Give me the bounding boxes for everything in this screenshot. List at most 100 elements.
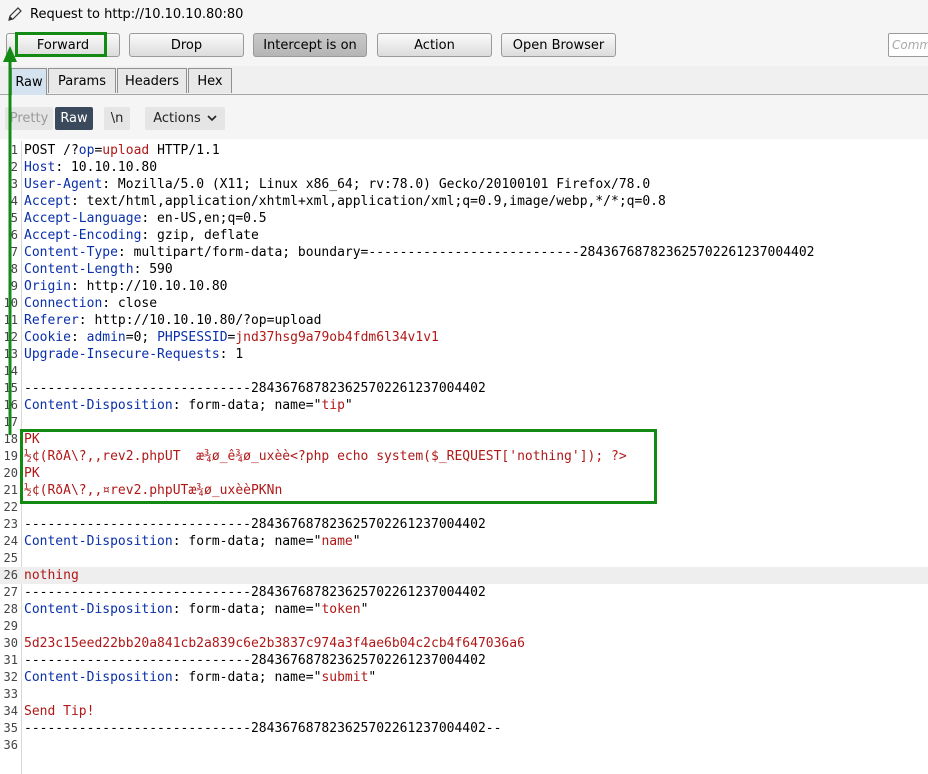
line-number: 34	[3, 704, 18, 718]
code-line[interactable]: 25	[0, 550, 928, 567]
code-line[interactable]: 33	[0, 686, 928, 703]
tab-headers[interactable]: Headers	[117, 68, 187, 93]
line-number: 24	[3, 534, 18, 548]
code-token: Content-Length	[24, 262, 134, 277]
line-number: 19	[3, 449, 18, 463]
code-token: Referer	[24, 313, 79, 328]
code-token: : http://10.10.10.80	[70, 279, 228, 294]
line-number: 4	[10, 194, 18, 208]
code-line[interactable]: 15 -----------------------------284367687…	[0, 380, 928, 397]
code-token: op	[78, 143, 95, 158]
line-text: -----------------------------28436768782…	[24, 516, 486, 533]
chevron-down-icon	[207, 115, 217, 122]
code-token: Content-Disposition	[24, 670, 173, 685]
comment-field[interactable]: Comm	[888, 33, 928, 57]
code-line[interactable]: 2 Host: 10.10.10.80	[0, 159, 928, 176]
code-token: HTTP/1.1	[149, 143, 220, 158]
code-line[interactable]: 10 Connection: close	[0, 295, 928, 312]
drop-button[interactable]: Drop	[129, 33, 244, 57]
code-line[interactable]: 1 POST /?op=upload HTTP/1.1	[0, 142, 928, 159]
tab-hex[interactable]: Hex	[188, 68, 232, 93]
line-text: -----------------------------28436768782…	[24, 720, 501, 737]
pencil-icon[interactable]	[6, 5, 24, 23]
line-number: 5	[10, 211, 18, 225]
line-number: 15	[3, 381, 18, 395]
code-line[interactable]: 3 User-Agent: Mozilla/5.0 (X11; Linux x86…	[0, 176, 928, 193]
actions-dropdown[interactable]: Actions	[145, 107, 225, 130]
raw-toggle[interactable]: Raw	[55, 107, 93, 130]
code-line[interactable]: 32 Content-Disposition: form-data; name="…	[0, 669, 928, 686]
code-token: nothing	[24, 568, 79, 583]
line-text: Cookie: admin=0; PHPSESSID=jnd37hsg9a79o…	[24, 329, 439, 346]
code-line[interactable]: 13 Upgrade-Insecure-Requests: 1	[0, 346, 928, 363]
line-number: 36	[3, 738, 18, 752]
code-token: Content-Disposition	[24, 602, 173, 617]
annotation-forward-box	[15, 32, 107, 57]
line-number: 2	[10, 160, 18, 174]
code-token: Upgrade-Insecure-Requests	[24, 347, 220, 362]
line-number: 21	[3, 483, 18, 497]
open-browser-button[interactable]: Open Browser	[501, 33, 616, 57]
code-line[interactable]: 24 Content-Disposition: form-data; name="…	[0, 533, 928, 550]
code-line[interactable]: 11 Referer: http://10.10.10.80/?op=upload	[0, 312, 928, 329]
newline-toggle[interactable]: \n	[104, 107, 130, 130]
code-token: tip	[321, 398, 345, 413]
line-number: 6	[10, 228, 18, 242]
line-text: Connection: close	[24, 295, 157, 312]
code-line[interactable]: 30 5d23c15eed22bb20a841cb2a839c6e2b3837c9…	[0, 635, 928, 652]
code-line[interactable]: 7 Content-Type: multipart/form-data; boun…	[0, 244, 928, 261]
line-number: 26	[3, 568, 18, 582]
line-text: Referer: http://10.10.10.80/?op=upload	[24, 312, 321, 329]
code-line[interactable]: 26 nothing	[0, 567, 928, 584]
line-text: Accept-Language: en-US,en;q=0.5	[24, 210, 267, 227]
code-line[interactable]: 29	[0, 618, 928, 635]
code-line[interactable]: 5 Accept-Language: en-US,en;q=0.5	[0, 210, 928, 227]
code-token: jnd37hsg9a79ob4fdm6l34v1v1	[235, 330, 439, 345]
line-text: 5d23c15eed22bb20a841cb2a839c6e2b3837c974…	[24, 635, 525, 652]
code-line[interactable]: 31 -----------------------------284367687…	[0, 652, 928, 669]
code-token: "	[344, 398, 353, 413]
code-line[interactable]: 9 Origin: http://10.10.10.80	[0, 278, 928, 295]
line-text: Send Tip!	[24, 703, 94, 720]
line-text: Content-Type: multipart/form-data; bound…	[24, 244, 815, 261]
pretty-toggle[interactable]: Pretty	[5, 107, 53, 130]
line-number: 25	[3, 551, 18, 565]
line-number: 22	[3, 500, 18, 514]
code-line[interactable]: 28 Content-Disposition: form-data; name="…	[0, 601, 928, 618]
tab-raw[interactable]: Raw	[11, 68, 47, 95]
code-token: =0;	[125, 330, 158, 345]
code-line[interactable]: 14	[0, 363, 928, 380]
line-text: nothing	[24, 567, 79, 584]
code-line[interactable]: 34 Send Tip!	[0, 703, 928, 720]
code-token: -----------------------------28436768782…	[24, 653, 486, 668]
line-number: 31	[3, 653, 18, 667]
line-text: Host: 10.10.10.80	[24, 159, 157, 176]
line-number: 28	[3, 602, 18, 616]
code-token: Accept-Encoding	[24, 228, 142, 243]
code-token: POST /?	[24, 143, 79, 158]
code-token: Content-Disposition	[24, 534, 173, 549]
line-number: 33	[3, 687, 18, 701]
line-number: 17	[3, 415, 18, 429]
code-line[interactable]: 36	[0, 737, 928, 754]
code-line[interactable]: 8 Content-Length: 590	[0, 261, 928, 278]
code-line[interactable]: 27 -----------------------------284367687…	[0, 584, 928, 601]
code-token: :	[70, 330, 87, 345]
code-token: upload	[102, 143, 150, 158]
code-line[interactable]: 23 -----------------------------284367687…	[0, 516, 928, 533]
line-number: 7	[10, 245, 18, 259]
code-line[interactable]: 16 Content-Disposition: form-data; name="…	[0, 397, 928, 414]
code-token: : text/html,application/xhtml+xml,applic…	[70, 194, 666, 209]
intercept-toggle-button[interactable]: Intercept is on	[253, 33, 367, 57]
tab-params[interactable]: Params	[48, 68, 116, 93]
code-line[interactable]: 4 Accept: text/html,application/xhtml+xml…	[0, 193, 928, 210]
code-line[interactable]: 6 Accept-Encoding: gzip, deflate	[0, 227, 928, 244]
code-line[interactable]: 35 -----------------------------284367687…	[0, 720, 928, 737]
line-text: Accept-Encoding: gzip, deflate	[24, 227, 259, 244]
code-token: 5d23c15eed22bb20a841cb2a839c6e2b3837c974…	[24, 636, 525, 651]
editor-view-bar	[0, 95, 928, 139]
code-token: submit	[321, 670, 369, 685]
action-button[interactable]: Action	[377, 33, 492, 57]
code-line[interactable]: 12 Cookie: admin=0; PHPSESSID=jnd37hsg9a7…	[0, 329, 928, 346]
code-token: Host	[24, 160, 56, 175]
